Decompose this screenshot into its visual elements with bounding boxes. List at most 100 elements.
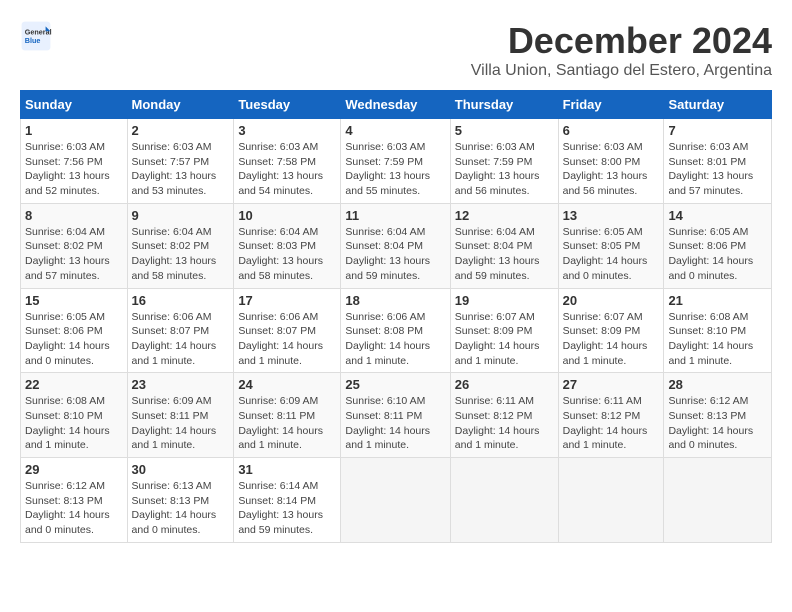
day-number: 17 [238, 293, 336, 308]
title-block: December 2024 Villa Union, Santiago del … [471, 20, 772, 80]
day-number: 1 [25, 123, 123, 138]
day-info: Sunrise: 6:14 AM Sunset: 8:14 PM Dayligh… [238, 479, 336, 538]
calendar-cell: 2Sunrise: 6:03 AM Sunset: 7:57 PM Daylig… [127, 119, 234, 204]
day-info: Sunrise: 6:04 AM Sunset: 8:02 PM Dayligh… [25, 225, 123, 284]
calendar-cell: 11 Sunrise: 6:04 AM Sunset: 8:04 PM Dayli… [341, 203, 450, 288]
calendar-cell [450, 458, 558, 543]
day-number: 29 [25, 462, 123, 477]
day-number: 28 [668, 377, 767, 392]
calendar-cell: 14Sunrise: 6:05 AM Sunset: 8:06 PM Dayli… [664, 203, 772, 288]
calendar-day-header: Tuesday [234, 91, 341, 119]
calendar-cell: 7 Sunrise: 6:03 AM Sunset: 8:01 PM Daylig… [664, 119, 772, 204]
day-number: 12 [455, 208, 554, 223]
calendar-cell: 1 Sunrise: 6:03 AM Sunset: 7:56 PM Daylig… [21, 119, 128, 204]
calendar-cell: 22 Sunrise: 6:08 AM Sunset: 8:10 PM Dayli… [21, 373, 128, 458]
day-info: Sunrise: 6:12 AM Sunset: 8:13 PM Dayligh… [668, 394, 767, 453]
calendar-cell: 29 Sunrise: 6:12 AM Sunset: 8:13 PM Dayli… [21, 458, 128, 543]
day-info: Sunrise: 6:13 AM Sunset: 8:13 PM Dayligh… [132, 479, 230, 538]
day-info: Sunrise: 6:06 AM Sunset: 8:07 PM Dayligh… [238, 310, 336, 369]
day-info: Sunrise: 6:09 AM Sunset: 8:11 PM Dayligh… [132, 394, 230, 453]
calendar-cell: 9 Sunrise: 6:04 AM Sunset: 8:02 PM Daylig… [127, 203, 234, 288]
calendar-week-row: 22 Sunrise: 6:08 AM Sunset: 8:10 PM Dayli… [21, 373, 772, 458]
calendar-week-row: 29 Sunrise: 6:12 AM Sunset: 8:13 PM Dayli… [21, 458, 772, 543]
calendar-cell: 5Sunrise: 6:03 AM Sunset: 7:59 PM Daylig… [450, 119, 558, 204]
calendar-day-header: Friday [558, 91, 664, 119]
day-info: Sunrise: 6:12 AM Sunset: 8:13 PM Dayligh… [25, 479, 123, 538]
day-number: 30 [132, 462, 230, 477]
day-number: 8 [25, 208, 123, 223]
day-number: 4 [345, 123, 445, 138]
day-number: 13 [563, 208, 660, 223]
day-info: Sunrise: 6:07 AM Sunset: 8:09 PM Dayligh… [455, 310, 554, 369]
calendar-cell: 10 Sunrise: 6:04 AM Sunset: 8:03 PM Dayli… [234, 203, 341, 288]
day-info: Sunrise: 6:11 AM Sunset: 8:12 PM Dayligh… [563, 394, 660, 453]
day-info: Sunrise: 6:03 AM Sunset: 7:58 PM Dayligh… [238, 140, 336, 199]
day-info: Sunrise: 6:03 AM Sunset: 7:56 PM Dayligh… [25, 140, 123, 199]
day-info: Sunrise: 6:05 AM Sunset: 8:06 PM Dayligh… [25, 310, 123, 369]
calendar-day-header: Wednesday [341, 91, 450, 119]
calendar-day-header: Saturday [664, 91, 772, 119]
day-info: Sunrise: 6:05 AM Sunset: 8:05 PM Dayligh… [563, 225, 660, 284]
day-number: 3 [238, 123, 336, 138]
subtitle: Villa Union, Santiago del Estero, Argent… [471, 62, 772, 80]
day-info: Sunrise: 6:06 AM Sunset: 8:08 PM Dayligh… [345, 310, 445, 369]
calendar-cell: 27 Sunrise: 6:11 AM Sunset: 8:12 PM Dayli… [558, 373, 664, 458]
day-info: Sunrise: 6:10 AM Sunset: 8:11 PM Dayligh… [345, 394, 445, 453]
day-number: 7 [668, 123, 767, 138]
calendar-cell: 26Sunrise: 6:11 AM Sunset: 8:12 PM Dayli… [450, 373, 558, 458]
day-info: Sunrise: 6:06 AM Sunset: 8:07 PM Dayligh… [132, 310, 230, 369]
day-number: 31 [238, 462, 336, 477]
calendar-cell: 19 Sunrise: 6:07 AM Sunset: 8:09 PM Dayli… [450, 288, 558, 373]
day-number: 25 [345, 377, 445, 392]
calendar-cell: 28 Sunrise: 6:12 AM Sunset: 8:13 PM Dayli… [664, 373, 772, 458]
calendar-cell: 21 Sunrise: 6:08 AM Sunset: 8:10 PM Dayli… [664, 288, 772, 373]
calendar-day-header: Thursday [450, 91, 558, 119]
calendar-cell: 17 Sunrise: 6:06 AM Sunset: 8:07 PM Dayli… [234, 288, 341, 373]
calendar-cell: 30 Sunrise: 6:13 AM Sunset: 8:13 PM Dayli… [127, 458, 234, 543]
calendar-day-header: Sunday [21, 91, 128, 119]
day-number: 10 [238, 208, 336, 223]
calendar-body: 1 Sunrise: 6:03 AM Sunset: 7:56 PM Daylig… [21, 119, 772, 543]
day-info: Sunrise: 6:05 AM Sunset: 8:06 PM Dayligh… [668, 225, 767, 284]
calendar-cell: 20 Sunrise: 6:07 AM Sunset: 8:09 PM Dayli… [558, 288, 664, 373]
day-info: Sunrise: 6:07 AM Sunset: 8:09 PM Dayligh… [563, 310, 660, 369]
day-info: Sunrise: 6:08 AM Sunset: 8:10 PM Dayligh… [668, 310, 767, 369]
day-info: Sunrise: 6:03 AM Sunset: 8:01 PM Dayligh… [668, 140, 767, 199]
calendar-cell: 12 Sunrise: 6:04 AM Sunset: 8:04 PM Dayli… [450, 203, 558, 288]
day-number: 21 [668, 293, 767, 308]
day-number: 11 [345, 208, 445, 223]
calendar-day-header: Monday [127, 91, 234, 119]
day-number: 22 [25, 377, 123, 392]
calendar-week-row: 1 Sunrise: 6:03 AM Sunset: 7:56 PM Daylig… [21, 119, 772, 204]
calendar-cell: 23 Sunrise: 6:09 AM Sunset: 8:11 PM Dayli… [127, 373, 234, 458]
calendar-cell [558, 458, 664, 543]
calendar-week-row: 15Sunrise: 6:05 AM Sunset: 8:06 PM Dayli… [21, 288, 772, 373]
day-info: Sunrise: 6:08 AM Sunset: 8:10 PM Dayligh… [25, 394, 123, 453]
day-number: 20 [563, 293, 660, 308]
day-number: 9 [132, 208, 230, 223]
day-number: 23 [132, 377, 230, 392]
calendar-cell: 3 Sunrise: 6:03 AM Sunset: 7:58 PM Daylig… [234, 119, 341, 204]
day-info: Sunrise: 6:04 AM Sunset: 8:02 PM Dayligh… [132, 225, 230, 284]
day-number: 27 [563, 377, 660, 392]
day-info: Sunrise: 6:09 AM Sunset: 8:11 PM Dayligh… [238, 394, 336, 453]
calendar-cell [664, 458, 772, 543]
day-info: Sunrise: 6:03 AM Sunset: 8:00 PM Dayligh… [563, 140, 660, 199]
day-number: 24 [238, 377, 336, 392]
calendar-cell: 4Sunrise: 6:03 AM Sunset: 7:59 PM Daylig… [341, 119, 450, 204]
calendar-cell: 16Sunrise: 6:06 AM Sunset: 8:07 PM Dayli… [127, 288, 234, 373]
day-number: 19 [455, 293, 554, 308]
calendar-cell: 15Sunrise: 6:05 AM Sunset: 8:06 PM Dayli… [21, 288, 128, 373]
calendar-week-row: 8 Sunrise: 6:04 AM Sunset: 8:02 PM Daylig… [21, 203, 772, 288]
calendar-header-row: SundayMondayTuesdayWednesdayThursdayFrid… [21, 91, 772, 119]
day-info: Sunrise: 6:04 AM Sunset: 8:04 PM Dayligh… [345, 225, 445, 284]
day-number: 5 [455, 123, 554, 138]
day-info: Sunrise: 6:04 AM Sunset: 8:03 PM Dayligh… [238, 225, 336, 284]
day-number: 2 [132, 123, 230, 138]
calendar-cell: 8 Sunrise: 6:04 AM Sunset: 8:02 PM Daylig… [21, 203, 128, 288]
day-info: Sunrise: 6:04 AM Sunset: 8:04 PM Dayligh… [455, 225, 554, 284]
calendar-cell: 31 Sunrise: 6:14 AM Sunset: 8:14 PM Dayli… [234, 458, 341, 543]
day-number: 6 [563, 123, 660, 138]
day-number: 26 [455, 377, 554, 392]
calendar-cell: 18Sunrise: 6:06 AM Sunset: 8:08 PM Dayli… [341, 288, 450, 373]
